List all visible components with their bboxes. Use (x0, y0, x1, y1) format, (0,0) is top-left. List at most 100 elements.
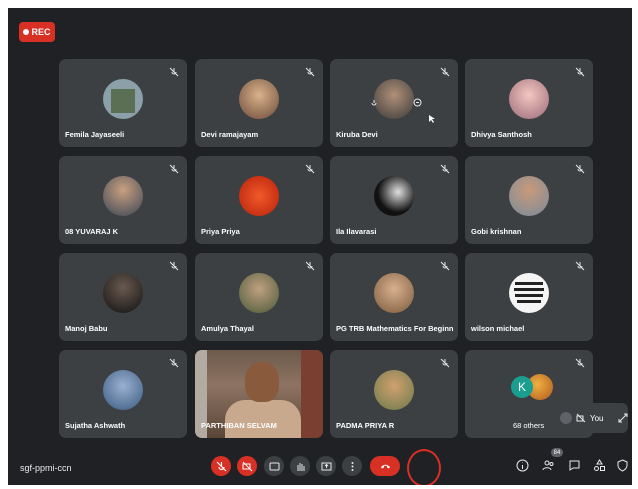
mic-icon[interactable] (370, 99, 378, 107)
info-icon (516, 459, 528, 471)
participant-name: Kiruba Devi (336, 130, 378, 139)
participant-tile[interactable]: Kiruba Devi (330, 59, 458, 147)
shapes-icon (593, 458, 605, 471)
phone-hangup-icon (380, 464, 390, 468)
camera-off-icon (242, 461, 252, 471)
participant-tile[interactable]: Priya Priya (195, 156, 323, 244)
mic-off-icon (575, 164, 585, 174)
more-vert-icon (351, 461, 353, 471)
participant-tile[interactable]: 08 YUVARAJ K (59, 156, 187, 244)
participant-name: Manoj Babu (65, 324, 108, 333)
chat-button[interactable] (567, 458, 581, 472)
mic-off-icon (575, 261, 585, 271)
mic-off-icon (169, 358, 179, 368)
participant-name: PARTHIBAN SELVAM (201, 421, 277, 430)
lock-person-icon (617, 458, 627, 472)
camera-off-icon[interactable] (576, 413, 586, 423)
meeting-code: sgf-ppmi-ccn (20, 463, 72, 473)
mic-off-icon (575, 67, 585, 77)
avatar-initial: K (511, 376, 533, 398)
cursor-icon (429, 115, 435, 123)
avatar (374, 176, 414, 217)
avatar (103, 273, 143, 314)
mic-off-icon (305, 164, 315, 174)
meeting-details-button[interactable] (515, 458, 529, 472)
mic-off-icon (216, 461, 226, 471)
participant-tile-active-video[interactable]: PARTHIBAN SELVAM (195, 350, 323, 438)
avatar (239, 79, 279, 120)
participant-name: PG TRB Mathematics For Beginn... (336, 324, 454, 333)
participant-tile[interactable]: Manoj Babu (59, 253, 187, 341)
avatar (374, 370, 414, 411)
mic-off-icon[interactable] (560, 412, 572, 424)
avatar (239, 176, 279, 217)
avatar (239, 273, 279, 314)
record-dot-icon (23, 29, 30, 35)
self-label: You (590, 413, 604, 423)
avatar (103, 79, 143, 120)
remove-icon[interactable] (413, 98, 422, 107)
present-icon (321, 462, 331, 470)
participant-tile[interactable]: Gobi krishnan (465, 156, 593, 244)
hand-icon (297, 462, 304, 471)
participant-tile[interactable]: wilson michael (465, 253, 593, 341)
participant-name: Gobi krishnan (471, 227, 522, 236)
camera-toggle-button[interactable] (237, 456, 257, 476)
participant-name: wilson michael (471, 324, 525, 333)
mic-off-icon (169, 261, 179, 271)
mic-off-icon (305, 261, 315, 271)
participant-tile[interactable]: Sujatha Ashwath (59, 350, 187, 438)
mic-off-icon (440, 164, 450, 174)
mic-off-icon (575, 358, 585, 368)
self-view[interactable]: You (554, 403, 628, 433)
participant-tile[interactable]: Devi ramajayam (195, 59, 323, 147)
expand-icon[interactable] (618, 413, 628, 423)
annotation-circle (407, 449, 441, 485)
participant-tile[interactable]: PG TRB Mathematics For Beginn... (330, 253, 458, 341)
participant-name: 08 YUVARAJ K (65, 227, 119, 236)
participant-name: Sujatha Ashwath (65, 421, 126, 430)
mic-off-icon (305, 67, 315, 77)
people-icon (542, 460, 553, 470)
participant-name: Ila Ilavarasi (336, 227, 377, 236)
meet-screen: REC Femila Jayaseeli Devi ramajayam Kiru… (8, 8, 632, 485)
mic-toggle-button[interactable] (211, 456, 231, 476)
participant-name: Amulya Thayal (201, 324, 254, 333)
present-button[interactable] (316, 456, 336, 476)
avatar (509, 273, 549, 314)
avatar (374, 273, 414, 314)
activities-button[interactable] (592, 458, 606, 472)
leave-call-button[interactable] (370, 456, 400, 476)
participant-name: Dhivya Santhosh (471, 130, 532, 139)
participant-name: PADMA PRIYA R (336, 421, 395, 430)
raise-hand-button[interactable] (290, 456, 310, 476)
participant-tile[interactable]: Ila Ilavarasi (330, 156, 458, 244)
avatar (374, 79, 414, 120)
mic-off-icon (169, 67, 179, 77)
avatar (103, 370, 143, 411)
recording-badge: REC (19, 22, 55, 42)
avatar (509, 176, 549, 217)
participant-tile[interactable]: PADMA PRIYA R (330, 350, 458, 438)
mic-off-icon (440, 67, 450, 77)
participant-tile[interactable]: Amulya Thayal (195, 253, 323, 341)
people-button[interactable] (541, 458, 555, 472)
participant-tile[interactable]: Dhivya Santhosh (465, 59, 593, 147)
others-count: 68 others (513, 421, 545, 430)
captions-button[interactable] (264, 456, 284, 476)
chat-icon (569, 460, 579, 471)
avatar (509, 79, 549, 120)
participant-name: Femila Jayaseeli (65, 130, 125, 139)
avatar (103, 176, 143, 217)
mic-off-icon (440, 261, 450, 271)
more-options-button[interactable] (342, 456, 362, 476)
host-controls-button[interactable] (615, 458, 629, 472)
mic-off-icon (169, 164, 179, 174)
participant-name: Priya Priya (201, 227, 240, 236)
participant-name: Devi ramajayam (201, 130, 259, 139)
participant-tile[interactable]: Femila Jayaseeli (59, 59, 187, 147)
recording-label: REC (31, 27, 51, 37)
captions-icon (269, 462, 279, 470)
mic-off-icon (440, 358, 450, 368)
people-count-badge: 84 (551, 448, 563, 457)
